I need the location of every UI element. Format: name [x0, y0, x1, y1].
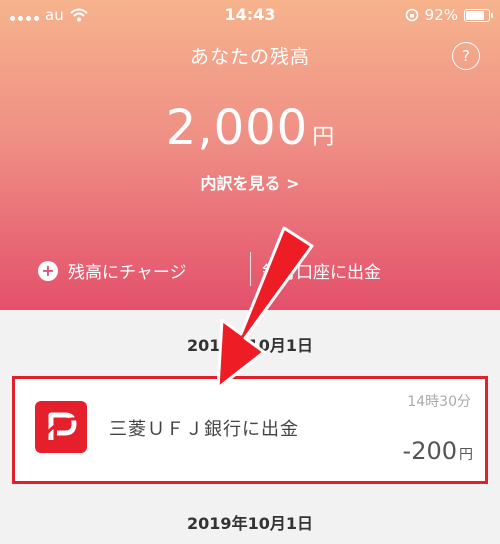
transaction-amount: -200 円 — [403, 437, 473, 465]
transaction-history: 2019年10月1日 三菱ＵＦＪ銀行に出金 14時30分 -200 円 2019年… — [0, 310, 500, 544]
breakdown-link[interactable]: 内訳を見る > — [0, 170, 500, 194]
transaction-amount-value: -200 — [402, 437, 457, 465]
transaction-amount-unit: 円 — [459, 447, 473, 463]
action-bar: + 残高にチャージ 銀行口座に出金 — [0, 248, 500, 294]
help-symbol: ? — [462, 47, 470, 65]
battery-percent: 92% — [424, 6, 458, 24]
transaction-time: 14時30分 — [407, 394, 471, 410]
balance-value: 2,000 — [165, 100, 309, 156]
status-bar: au 14:43 92% — [0, 0, 500, 30]
balance-unit: 円 — [312, 125, 335, 150]
charge-button[interactable]: + 残高にチャージ — [38, 258, 187, 283]
date-header: 2019年10月1日 — [187, 514, 313, 533]
help-icon[interactable]: ? — [452, 42, 480, 70]
date-header: 2019年10月1日 — [187, 336, 313, 355]
balance-amount: 2,000 円 — [0, 100, 500, 156]
balance-header: au 14:43 92% あなたの残高 ? 2,000 円 内訳を見る > + 残… — [0, 0, 500, 310]
orientation-lock-icon — [405, 8, 418, 22]
withdraw-button[interactable]: 銀行口座に出金 — [262, 258, 381, 283]
charge-label: 残高にチャージ — [68, 263, 187, 283]
transaction-name: 三菱ＵＦＪ銀行に出金 — [109, 419, 299, 440]
action-divider — [250, 252, 251, 286]
page-title: あなたの残高 — [189, 46, 310, 68]
battery-icon — [464, 8, 493, 22]
paypay-logo — [35, 401, 87, 453]
transaction-row[interactable]: 三菱ＵＦＪ銀行に出金 14時30分 -200 円 — [12, 376, 488, 484]
plus-icon: + — [38, 260, 58, 281]
